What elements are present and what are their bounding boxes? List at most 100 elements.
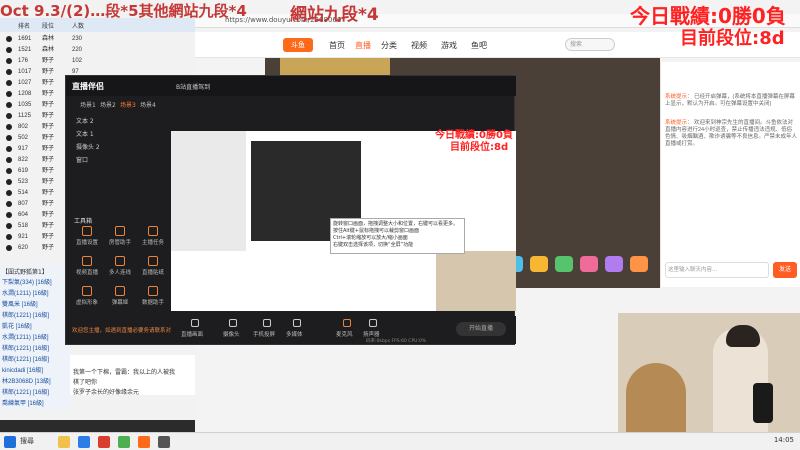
microphone	[753, 383, 773, 423]
user-list-item[interactable]: kinicdadi [16級]	[2, 365, 43, 374]
rank-name: 野子	[42, 190, 55, 196]
chat-panel: 系统提示： 已经开启弹幕，(系统将本直播弹幕在屏幕上显示，默认为开启。可在弹幕设…	[660, 62, 800, 287]
edge-icon[interactable]	[78, 436, 90, 448]
gift-icon[interactable]	[580, 256, 598, 272]
bottom-media[interactable]: 多媒体	[286, 330, 303, 338]
source-item[interactable]: 文本 2	[76, 116, 94, 125]
nav-home[interactable]: 首页	[329, 40, 345, 51]
stone-icon	[6, 245, 12, 251]
bottom-screen[interactable]: 直播画面	[181, 330, 203, 338]
tool-data[interactable]: 数据助手	[138, 286, 168, 306]
source-item[interactable]: 窗口	[76, 155, 88, 164]
clock[interactable]: 14:05	[774, 436, 794, 444]
send-button[interactable]: 发送	[773, 262, 797, 278]
bottom-phone[interactable]: 手机投屏	[253, 330, 275, 338]
bottom-camera[interactable]: 摄像头	[223, 330, 240, 338]
chat-line: 系统提示： 欢迎来到神宗先生的直播间。斗鱼依法对直播内容进行24小时巡查，禁止传…	[665, 120, 797, 148]
rank-number: 502	[18, 135, 29, 141]
source-item[interactable]: 文本 1	[76, 129, 94, 138]
rank-number: 1027	[18, 80, 32, 86]
rank-row[interactable]: 176 野子 102	[0, 56, 195, 66]
stone-icon	[6, 102, 12, 108]
stone-icon	[6, 36, 12, 42]
rank-number: 604	[18, 212, 29, 218]
user-list-item[interactable]: 棋郎(1221) [16級]	[2, 387, 49, 396]
tool-stickers[interactable]: 直播贴纸	[138, 256, 168, 276]
user-list-item[interactable]: 下梨氣(334) [16級]	[2, 277, 52, 286]
tab-scene4[interactable]: 场景4	[140, 100, 156, 109]
rank-name: 野子	[42, 124, 55, 130]
app-icon[interactable]	[158, 436, 170, 448]
gift-icon[interactable]	[555, 256, 573, 272]
user-list-item[interactable]: 林2B3068D [13級]	[2, 376, 51, 385]
douyu-icon[interactable]	[138, 436, 150, 448]
tool-room-admin[interactable]: 房管助手	[105, 226, 135, 246]
windows-start-icon[interactable]	[4, 436, 16, 448]
rank-number: 917	[18, 146, 29, 152]
media-icon[interactable]	[293, 319, 301, 327]
app-icon[interactable]	[98, 436, 110, 448]
video-icon	[82, 256, 92, 266]
tool-avatar[interactable]: 虚拟形象	[72, 286, 102, 306]
nav-fishbar[interactable]: 鱼吧	[471, 40, 487, 51]
nav-video[interactable]: 视频	[411, 40, 427, 51]
rank-number: 620	[18, 245, 29, 251]
phone-icon[interactable]	[263, 319, 271, 327]
user-list-item[interactable]: 雙風米 [16級]	[2, 299, 38, 308]
search-input[interactable]: 搜索	[565, 38, 615, 51]
rank-row[interactable]: 1691 森林 230	[0, 34, 195, 44]
camera-icon[interactable]	[229, 319, 237, 327]
sticker-icon	[148, 256, 158, 266]
taskbar: 搜尋 14:05	[0, 432, 800, 450]
tool-live-settings[interactable]: 直播设置	[72, 226, 102, 246]
chat-log-line: 我第一个下棉，雷霸：我以上的人被我	[73, 369, 176, 376]
folder-icon[interactable]	[58, 436, 70, 448]
stone-icon	[6, 91, 12, 97]
nav-live[interactable]: 直播	[355, 40, 371, 51]
tab-scene1[interactable]: 场景1	[80, 100, 96, 109]
start-live-button[interactable]: 开始直播	[456, 322, 506, 336]
user-list-item[interactable]: 水澗(1211) [16級]	[2, 332, 49, 341]
screen-icon[interactable]	[191, 319, 199, 327]
tool-danmaku[interactable]: 弹幕姬	[105, 286, 135, 306]
link-icon	[115, 256, 125, 266]
tool-label: 数据助手	[141, 300, 164, 306]
gift-icon[interactable]	[605, 256, 623, 272]
nav-game[interactable]: 游戏	[441, 40, 457, 51]
taskbar-search[interactable]: 搜尋	[20, 436, 34, 446]
stone-icon	[6, 47, 12, 53]
tool-multi-link[interactable]: 多人连线	[105, 256, 135, 276]
microphone-icon[interactable]	[343, 319, 351, 327]
user-list-item[interactable]: 喬練氣甲 [16級]	[2, 398, 44, 407]
rank-name: 野子	[42, 234, 55, 240]
bottom-mic[interactable]: 麦克风	[336, 330, 353, 338]
gift-icon[interactable]	[630, 256, 648, 272]
source-item[interactable]: 摄像头 2	[76, 142, 100, 151]
chat-input[interactable]: 这里输入聊天内容…	[665, 262, 769, 278]
tab-scene2[interactable]: 场景2	[100, 100, 116, 109]
header-count: 人数	[72, 23, 85, 30]
user-list-item[interactable]: 棋郎(1221) [16級]	[2, 310, 49, 319]
chart-icon	[148, 286, 158, 296]
speaker-icon[interactable]	[369, 319, 377, 327]
chrome-icon[interactable]	[118, 436, 130, 448]
admin-icon	[115, 226, 125, 236]
rank-number: 807	[18, 201, 29, 207]
user-list-item[interactable]: 棋郎(1221) [16級]	[2, 343, 49, 352]
bottom-speaker[interactable]: 扬声器	[363, 330, 380, 338]
gift-icon[interactable]	[530, 256, 548, 272]
toolbox-grid: 直播设置 房管助手 主播任务 视频直播 多人连线 直播贴纸 虚拟形象 弹幕姬 数…	[72, 226, 172, 336]
tab-scene3[interactable]: 场景3	[120, 100, 136, 109]
stone-icon	[6, 212, 12, 218]
nav-category[interactable]: 分类	[381, 40, 397, 51]
tool-label: 弹幕姬	[111, 300, 129, 306]
user-list-item[interactable]: 水澗(1211) [16級]	[2, 288, 49, 297]
rank-row[interactable]: 1521 森林 220	[0, 45, 195, 55]
user-list-item[interactable]: 凱花 [16級]	[2, 321, 32, 330]
douyu-logo[interactable]: 斗鱼	[283, 38, 313, 52]
user-list-item[interactable]: 棋郎(1221) [16級]	[2, 354, 49, 363]
tool-video-live[interactable]: 视频直播	[72, 256, 102, 276]
stone-icon	[6, 201, 12, 207]
rank-name: 野子	[42, 69, 55, 75]
tool-tasks[interactable]: 主播任务	[138, 226, 168, 246]
